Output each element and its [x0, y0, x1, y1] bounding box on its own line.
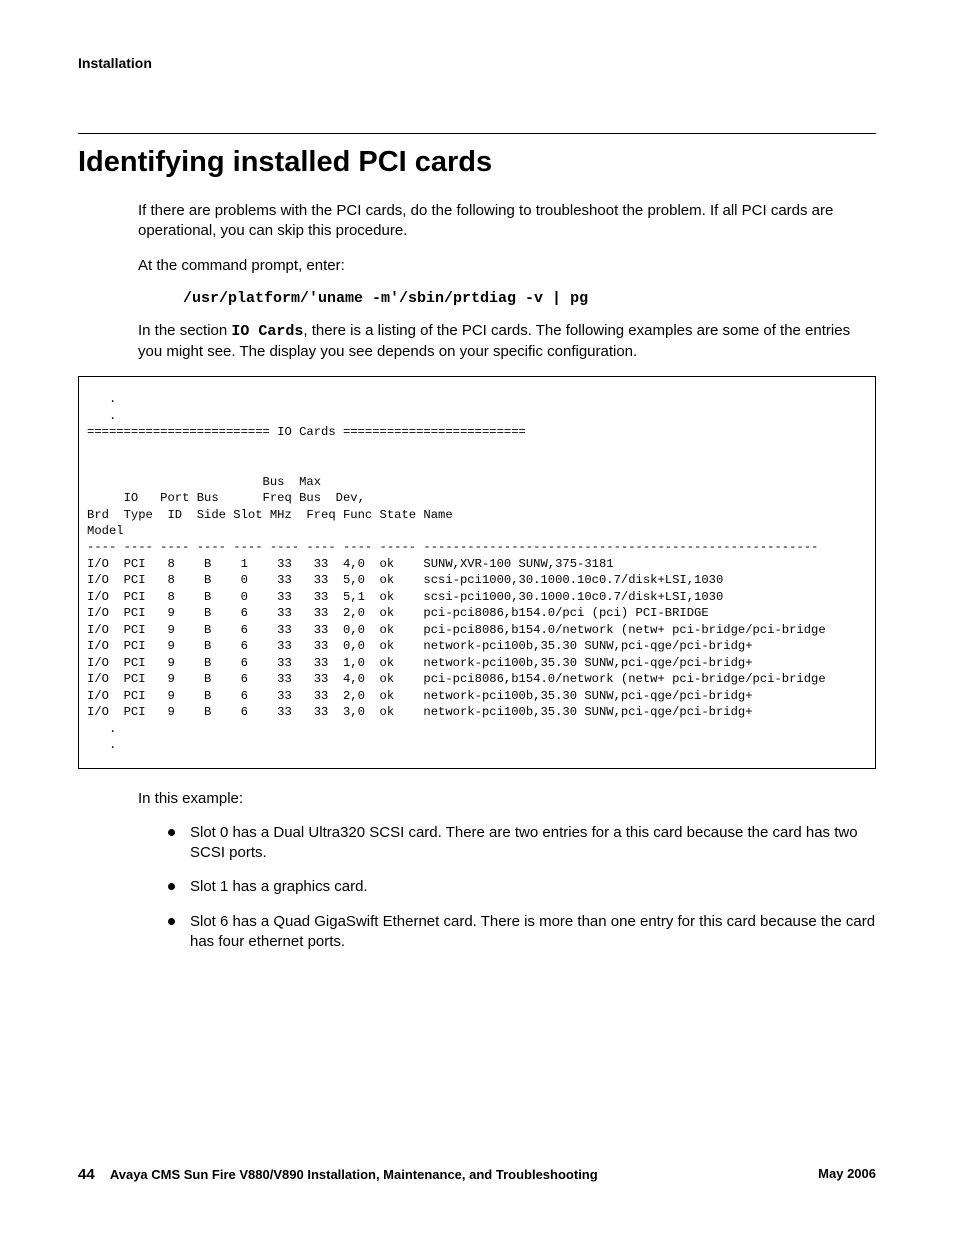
page-title: Identifying installed PCI cards: [78, 146, 876, 179]
doc-title: Avaya CMS Sun Fire V880/V890 Installatio…: [110, 1167, 598, 1182]
intro-paragraph-1: If there are problems with the PCI cards…: [138, 201, 876, 242]
example-section: In this example: Slot 0 has a Dual Ultra…: [138, 789, 876, 953]
example-label: In this example:: [138, 789, 876, 809]
page: Installation Identifying installed PCI c…: [0, 0, 954, 1235]
code-output-box: . . ========================= IO Cards =…: [78, 376, 876, 768]
footer-left: 44 Avaya CMS Sun Fire V880/V890 Installa…: [78, 1166, 598, 1183]
body-text: If there are problems with the PCI cards…: [138, 201, 876, 362]
list-item: Slot 0 has a Dual Ultra320 SCSI card. Th…: [168, 823, 876, 864]
footer-date: May 2006: [818, 1166, 876, 1183]
command-line: /usr/platform/'uname -m'/sbin/prtdiag -v…: [183, 290, 876, 307]
io-cards-code: IO Cards: [231, 323, 303, 340]
bullet-list: Slot 0 has a Dual Ultra320 SCSI card. Th…: [168, 823, 876, 952]
page-footer: 44 Avaya CMS Sun Fire V880/V890 Installa…: [78, 1166, 876, 1183]
rule-top: [78, 133, 876, 134]
list-item: Slot 1 has a graphics card.: [168, 877, 876, 897]
page-number: 44: [78, 1166, 95, 1183]
header-section-label: Installation: [78, 55, 876, 71]
intro3a: In the section: [138, 322, 231, 339]
list-item: Slot 6 has a Quad GigaSwift Ethernet car…: [168, 912, 876, 953]
intro-paragraph-3: In the section IO Cards, there is a list…: [138, 321, 876, 363]
intro-paragraph-2: At the command prompt, enter:: [138, 256, 876, 276]
